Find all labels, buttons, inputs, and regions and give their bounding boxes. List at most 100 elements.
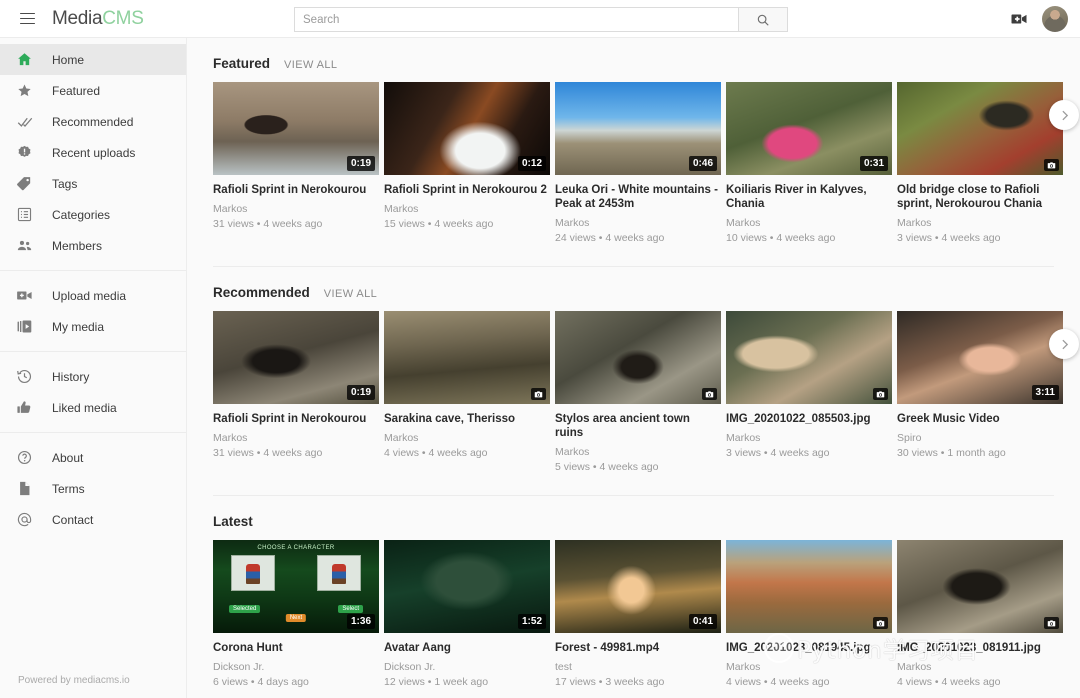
media-title[interactable]: Avatar Aang [384, 641, 548, 655]
media-card[interactable]: Old bridge close to Rafioli sprint, Nero… [897, 82, 1063, 244]
media-card[interactable]: IMG_20201023_081911.jpg Markos 4 views • 4… [897, 540, 1063, 688]
media-thumbnail[interactable] [384, 311, 550, 404]
sidebar-item-categories[interactable]: Categories [0, 199, 186, 230]
media-author[interactable]: Markos [726, 432, 892, 444]
media-card[interactable]: 0:12 Rafioli Sprint in Nerokourou 2 Markos… [384, 82, 550, 244]
media-title[interactable]: Old bridge close to Rafioli sprint, Nero… [897, 183, 1061, 211]
media-title[interactable]: Rafioli Sprint in Nerokourou [213, 183, 377, 197]
media-card[interactable]: CHOOSE A CHARACTERSelectedSelectNext1:36… [213, 540, 379, 688]
search-button[interactable] [738, 7, 788, 32]
media-thumbnail[interactable] [897, 82, 1063, 175]
media-title[interactable]: Rafioli Sprint in Nerokourou 2 [384, 183, 548, 197]
media-author[interactable]: Markos [384, 203, 550, 215]
sidebar-item-members[interactable]: Members [0, 230, 186, 261]
sidebar-divider [0, 270, 186, 271]
view-all-link[interactable]: VIEW ALL [284, 59, 337, 71]
carousel-next-button[interactable] [1049, 329, 1079, 359]
media-thumbnail[interactable] [555, 311, 721, 404]
media-title[interactable]: IMG_20201023_081945.jpg [726, 641, 890, 655]
media-card[interactable]: IMG_20201022_085503.jpgMarkos3 views • 4… [726, 311, 892, 473]
media-author[interactable]: Markos [384, 432, 550, 444]
thumbnail-image [555, 311, 721, 404]
media-thumbnail[interactable]: 3:11 [897, 311, 1063, 404]
chevron-right-icon [1058, 109, 1071, 122]
media-thumbnail[interactable]: 0:19 [213, 82, 379, 175]
media-title[interactable]: Forest - 49981.mp4 [555, 641, 719, 655]
media-card[interactable]: IMG_20201023_081945.jpgMarkos4 views • 4… [726, 540, 892, 688]
sidebar-item-recent-uploads[interactable]: Recent uploads [0, 137, 186, 168]
media-author[interactable]: Markos [555, 217, 721, 229]
sidebar-group: Upload mediaMy media [0, 274, 186, 348]
media-thumbnail[interactable]: 0:31 [726, 82, 892, 175]
site-logo[interactable]: MediaCMS [52, 8, 144, 30]
media-title[interactable]: Sarakina cave, Therisso [384, 412, 548, 426]
media-title[interactable]: Rafioli Sprint in Nerokourou [213, 412, 377, 426]
sidebar-item-label: Members [52, 239, 102, 253]
media-meta: 17 views • 3 weeks ago [555, 676, 721, 688]
game-next-button: Next [286, 614, 306, 622]
media-thumbnail[interactable] [726, 311, 892, 404]
media-author[interactable]: Markos [726, 217, 892, 229]
media-meta: 4 views • 4 weeks ago [897, 676, 1063, 688]
media-card[interactable]: 3:11Greek Music VideoSpiro30 views • 1 m… [897, 311, 1063, 473]
media-card[interactable]: 0:19Rafioli Sprint in NerokourouMarkos31… [213, 311, 379, 473]
media-thumbnail[interactable] [726, 540, 892, 633]
media-thumbnail[interactable]: 0:12 [384, 82, 550, 175]
media-thumbnail[interactable] [897, 540, 1063, 633]
media-title[interactable]: Koiliaris River in Kalyves, Chania [726, 183, 890, 211]
media-thumbnail[interactable]: 0:46 [555, 82, 721, 175]
media-author[interactable]: Markos [555, 446, 721, 458]
media-author[interactable]: Spiro [897, 432, 1063, 444]
sidebar-item-about[interactable]: About [0, 442, 186, 473]
media-card[interactable]: 0:46 Leuka Ori - White mountains - Peak a… [555, 82, 721, 244]
media-card[interactable]: 0:41 Forest - 49981.mp4 test 17 views • 3 w… [555, 540, 721, 688]
media-title[interactable]: Stylos area ancient town ruins [555, 412, 719, 440]
media-thumbnail[interactable]: 0:19 [213, 311, 379, 404]
media-card[interactable]: 0:31 Koiliaris River in Kalyves, Chania Ma… [726, 82, 892, 244]
media-title[interactable]: IMG_20201022_085503.jpg [726, 412, 890, 426]
thumb-up-icon [16, 399, 33, 416]
media-author[interactable]: Markos [213, 432, 379, 444]
sidebar-item-terms[interactable]: Terms [0, 473, 186, 504]
media-title[interactable]: Corona Hunt [213, 641, 377, 655]
sidebar-item-upload-media[interactable]: Upload media [0, 280, 186, 311]
media-title[interactable]: IMG_20201023_081911.jpg [897, 641, 1061, 655]
hamburger-icon[interactable] [8, 0, 46, 38]
media-author[interactable]: Markos [726, 661, 892, 673]
document-icon [16, 480, 33, 497]
media-author[interactable]: Dickson Jr. [213, 661, 379, 673]
sidebar-item-contact[interactable]: Contact [0, 504, 186, 535]
media-author[interactable]: Markos [897, 661, 1063, 673]
sidebar-item-history[interactable]: History [0, 361, 186, 392]
media-play-icon [16, 318, 33, 335]
media-card[interactable]: Sarakina cave, TherissoMarkos4 views • 4… [384, 311, 550, 473]
media-author[interactable]: test [555, 661, 721, 673]
search-input[interactable] [294, 7, 738, 32]
media-title[interactable]: Greek Music Video [897, 412, 1061, 426]
view-all-link[interactable]: VIEW ALL [324, 288, 377, 300]
thumb-up-icon-wrap [16, 399, 38, 417]
sidebar-item-liked-media[interactable]: Liked media [0, 392, 186, 423]
sidebar-item-tags[interactable]: Tags [0, 168, 186, 199]
media-author[interactable]: Markos [897, 217, 1063, 229]
camera-icon [705, 390, 714, 399]
carousel-next-button[interactable] [1049, 100, 1079, 130]
media-author[interactable]: Dickson Jr. [384, 661, 550, 673]
search-bar [294, 7, 788, 32]
sidebar-item-home[interactable]: Home [0, 44, 186, 75]
media-card[interactable]: 1:52Avatar AangDickson Jr.12 views • 1 w… [384, 540, 550, 688]
upload-media-button[interactable] [1010, 10, 1028, 28]
media-thumbnail[interactable]: CHOOSE A CHARACTERSelectedSelectNext1:36 [213, 540, 379, 633]
media-card[interactable]: Stylos area ancient town ruinsMarkos5 vi… [555, 311, 721, 473]
sidebar-item-recommended[interactable]: Recommended [0, 106, 186, 137]
media-thumbnail[interactable]: 0:41 [555, 540, 721, 633]
avatar[interactable] [1042, 6, 1068, 32]
media-title[interactable]: Leuka Ori - White mountains - Peak at 24… [555, 183, 719, 211]
media-card[interactable]: 0:19Rafioli Sprint in NerokourouMarkos31… [213, 82, 379, 244]
media-thumbnail[interactable]: 1:52 [384, 540, 550, 633]
sidebar-divider [0, 351, 186, 352]
sidebar-item-featured[interactable]: Featured [0, 75, 186, 106]
sidebar-item-my-media[interactable]: My media [0, 311, 186, 342]
sidebar-item-label: Featured [52, 84, 100, 98]
media-author[interactable]: Markos [213, 203, 379, 215]
